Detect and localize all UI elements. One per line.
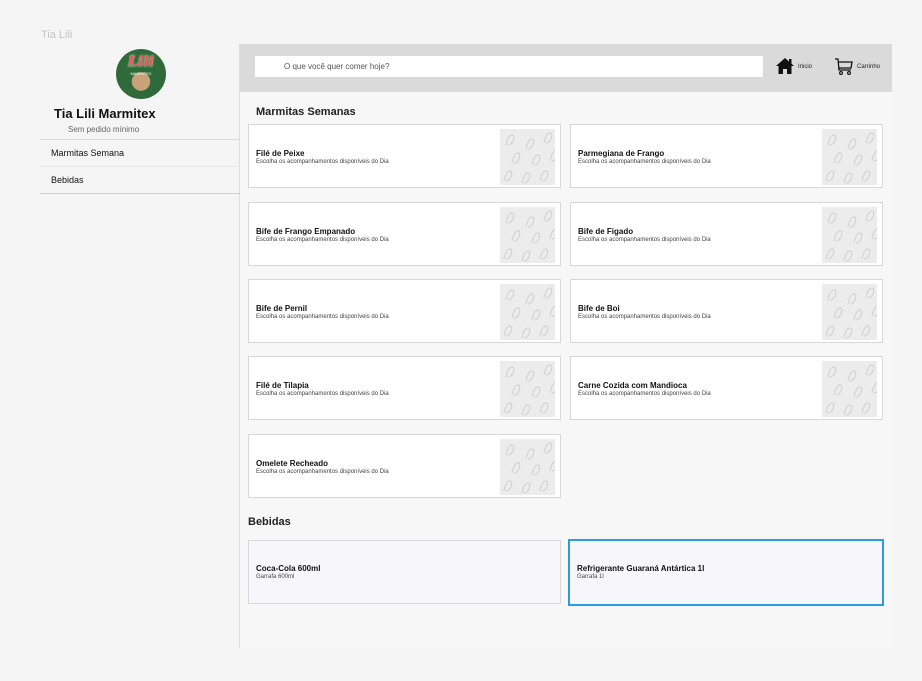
cart-button[interactable]: Carrinho [834,56,880,78]
card-description: Garrafa 600ml [256,574,295,580]
menu-card[interactable]: Parmegiana de Frango Escolha os acompanh… [570,124,883,188]
home-icon [775,57,795,77]
menu-card[interactable]: Filé de Peixe Escolha os acompanhamentos… [248,124,561,188]
menu-card[interactable]: Filé de Tilapia Escolha os acompanhament… [248,356,561,420]
food-placeholder-image [822,284,877,340]
menu-card[interactable]: Bife de Boi Escolha os acompanhamentos d… [570,279,883,343]
card-description: Escolha os acompanhamentos disponíveis d… [256,391,389,397]
card-name: Coca-Cola 600ml [256,564,321,573]
cart-icon [834,57,854,78]
home-button[interactable]: Inicio [775,56,812,78]
home-label: Inicio [798,64,813,70]
card-name: Bife de Boi [578,304,620,313]
store-subtitle: Sem pedido mínimo [68,125,140,134]
card-description: Escolha os acompanhamentos disponíveis d… [578,314,711,320]
card-name: Refrigerante Guaraná Antártica 1l [577,564,705,573]
sidebar-item-bebidas[interactable]: Bebidas [40,167,240,194]
section-title-bebidas: Bebidas [248,516,291,528]
food-placeholder-image [500,439,555,495]
card-name: Filé de Tilapia [256,381,309,390]
section-title-marmitas: Marmitas Semanas [256,106,356,118]
sidebar-item-marmitas-semana[interactable]: Marmitas Semana [40,140,240,167]
sidebar-nav: Marmitas Semana Bebidas [40,139,240,194]
store-logo: Lili MARMITEX [116,49,166,99]
drink-card-selected[interactable]: Refrigerante Guaraná Antártica 1l Garraf… [568,539,884,606]
food-placeholder-image [500,207,555,263]
food-placeholder-image [822,129,877,185]
card-description: Garrafa 1l [577,574,604,580]
drink-card[interactable]: Coca-Cola 600ml Garrafa 600ml [248,540,561,604]
card-description: Escolha os acompanhamentos disponíveis d… [256,237,389,243]
card-description: Escolha os acompanhamentos disponíveis d… [578,159,711,165]
card-name: Carne Cozida com Mandioca [578,381,687,390]
food-placeholder-image [500,129,555,185]
food-placeholder-image [500,361,555,417]
menu-card[interactable]: Bife de Figado Escolha os acompanhamento… [570,202,883,266]
card-description: Escolha os acompanhamentos disponíveis d… [256,469,389,475]
card-description: Escolha os acompanhamentos disponíveis d… [578,391,711,397]
main-content: Inicio Carrinho Marmitas Semanas Filé de… [240,44,892,648]
menu-card[interactable]: Carne Cozida com Mandioca Escolha os aco… [570,356,883,420]
logo-subtext: MARMITEX [130,71,152,76]
logo-text: Lili [128,54,154,70]
cart-label: Carrinho [857,64,881,70]
card-description: Escolha os acompanhamentos disponíveis d… [256,314,389,320]
food-placeholder-image [500,284,555,340]
sidebar: Lili MARMITEX Tia Lili Marmitex Sem pedi… [40,44,240,648]
card-name: Bife de Frango Empanado [256,227,356,236]
menu-card[interactable]: Bife de Frango Empanado Escolha os acomp… [248,202,561,266]
card-name: Bife de Pernil [256,304,308,313]
search-input[interactable] [255,56,763,77]
store-name: Tia Lili Marmitex [54,106,156,121]
top-bar: Inicio Carrinho [240,44,892,92]
card-name: Parmegiana de Frango [578,149,665,158]
menu-card[interactable]: Omelete Recheado Escolha os acompanhamen… [248,434,561,498]
card-description: Escolha os acompanhamentos disponíveis d… [256,159,389,165]
card-name: Filé de Peixe [256,149,305,158]
card-name: Bife de Figado [578,227,634,236]
menu-card[interactable]: Bife de Pernil Escolha os acompanhamento… [248,279,561,343]
card-description: Escolha os acompanhamentos disponíveis d… [578,237,711,243]
card-name: Omelete Recheado [256,459,329,468]
food-placeholder-image [822,207,877,263]
app-title: Tia Lili [41,29,73,41]
food-placeholder-image [822,361,877,417]
